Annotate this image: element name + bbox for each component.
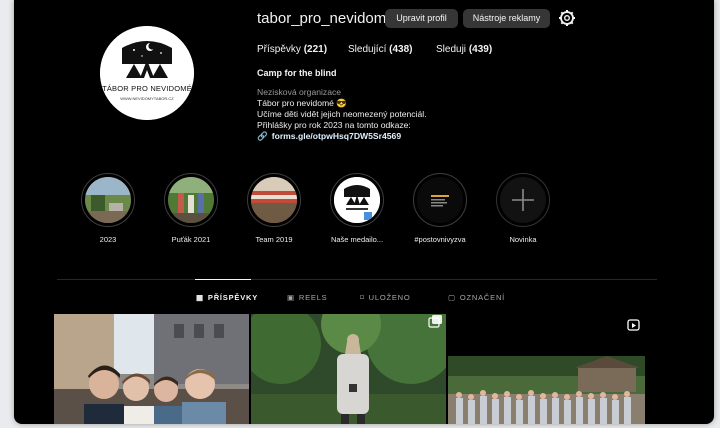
ad-tools-button[interactable]: Nástroje reklamy — [463, 9, 550, 28]
post-thumbnail[interactable] — [54, 314, 249, 424]
tab-label: REELS — [298, 293, 328, 302]
profile-name: Camp for the blind — [257, 68, 337, 78]
camp-logo-icon — [100, 26, 194, 120]
tab-saved[interactable]: ⌑ ULOŽENO — [360, 293, 411, 302]
highlight-ring — [81, 173, 135, 227]
post-thumbnail[interactable] — [448, 314, 645, 424]
tabs-divider — [57, 279, 657, 280]
followers-count: (438) — [389, 44, 413, 55]
tab-tagged[interactable]: ▢ OZNAČENÍ — [448, 293, 505, 302]
plus-icon — [500, 177, 546, 223]
highlight-team-2019[interactable]: Team 2019 — [245, 173, 303, 244]
bookmark-icon: ⌑ — [360, 293, 365, 302]
reels-icon: ▣ — [287, 293, 295, 302]
following-count: (439) — [468, 44, 493, 55]
followers-stat[interactable]: Sledující (438) — [348, 44, 413, 55]
highlight-nase-medailonky[interactable]: Naše medailo... — [328, 173, 386, 244]
following-label: Sleduji — [436, 44, 467, 55]
bio-line: Tábor pro nevidomé 😎 — [257, 98, 347, 108]
grid-icon: ▦ — [196, 293, 204, 302]
highlight-label: Team 2019 — [255, 235, 293, 244]
tab-reels[interactable]: ▣ REELS — [287, 293, 328, 302]
camp-logo-icon — [334, 177, 380, 223]
tab-label: PŘÍSPĚVKY — [207, 293, 259, 302]
highlight-label: Puťák 2021 — [171, 235, 211, 244]
settings-gear-icon[interactable] — [558, 9, 576, 27]
profile-avatar[interactable]: TÁBOR PRO NEVIDOMÉ WWW.NEVIDOMYTABOR.CZ — [100, 26, 194, 120]
posts-label: Příspěvky — [257, 44, 301, 55]
post-image — [448, 314, 645, 424]
highlight-thumbnail — [168, 177, 214, 223]
highlight-postovnivyzva[interactable]: #postovnivyzva — [411, 173, 469, 244]
highlight-thumbnail — [334, 177, 380, 223]
highlight-thumbnail — [417, 177, 463, 223]
highlight-thumbnail — [251, 177, 297, 223]
highlight-ring — [413, 173, 467, 227]
post-thumbnail[interactable] — [251, 314, 446, 424]
highlight-ring — [164, 173, 218, 227]
post-image — [251, 314, 446, 424]
highlight-ring — [247, 173, 301, 227]
highlight-label: Novinka — [509, 235, 537, 244]
edit-profile-button[interactable]: Upravit profil — [385, 9, 458, 28]
highlight-putak-2021[interactable]: Puťák 2021 — [162, 173, 220, 244]
post-image — [54, 314, 249, 424]
tab-label: OZNAČENÍ — [459, 293, 506, 302]
tab-posts[interactable]: ▦ PŘÍSPĚVKY — [196, 293, 258, 302]
highlight-new[interactable]: Novinka — [494, 173, 552, 244]
following-stat[interactable]: Sleduji (439) — [436, 44, 492, 55]
logo-url: WWW.NEVIDOMYTABOR.CZ — [120, 96, 174, 101]
posts-count: (221) — [303, 44, 328, 55]
profile-category: Nezisková organizace — [257, 87, 342, 97]
highlight-label: #postovnivyzva — [414, 235, 466, 244]
bio-link[interactable]: 🔗 forms.gle/otpwHsq7DW5Sr4569 — [257, 131, 401, 142]
tab-label: ULOŽENO — [368, 293, 411, 302]
highlight-2023[interactable]: 2023 — [79, 173, 137, 244]
highlight-ring — [330, 173, 384, 227]
highlight-label: Naše medailo... — [330, 235, 384, 244]
highlight-label: 2023 — [99, 235, 117, 244]
bio-line: Přihlášky pro rok 2023 na tomto odkaze: — [257, 120, 411, 130]
active-tab-indicator — [195, 279, 251, 280]
username: tabor_pro_nevidome — [257, 10, 395, 27]
highlight-thumbnail — [85, 177, 131, 223]
tag-icon: ▢ — [448, 293, 456, 302]
logo-text: TÁBOR PRO NEVIDOMÉ — [102, 84, 192, 93]
bio-line: Učíme děti vidět jejich neomezený potenc… — [257, 109, 427, 119]
followers-label: Sledující — [348, 44, 387, 55]
highlight-ring — [496, 173, 550, 227]
link-icon: 🔗 — [257, 131, 268, 141]
posts-stat: Příspěvky (221) — [257, 44, 327, 55]
bio-link-text: forms.gle/otpwHsq7DW5Sr4569 — [271, 131, 402, 141]
profile-window: TÁBOR PRO NEVIDOMÉ WWW.NEVIDOMYTABOR.CZ … — [14, 0, 714, 424]
